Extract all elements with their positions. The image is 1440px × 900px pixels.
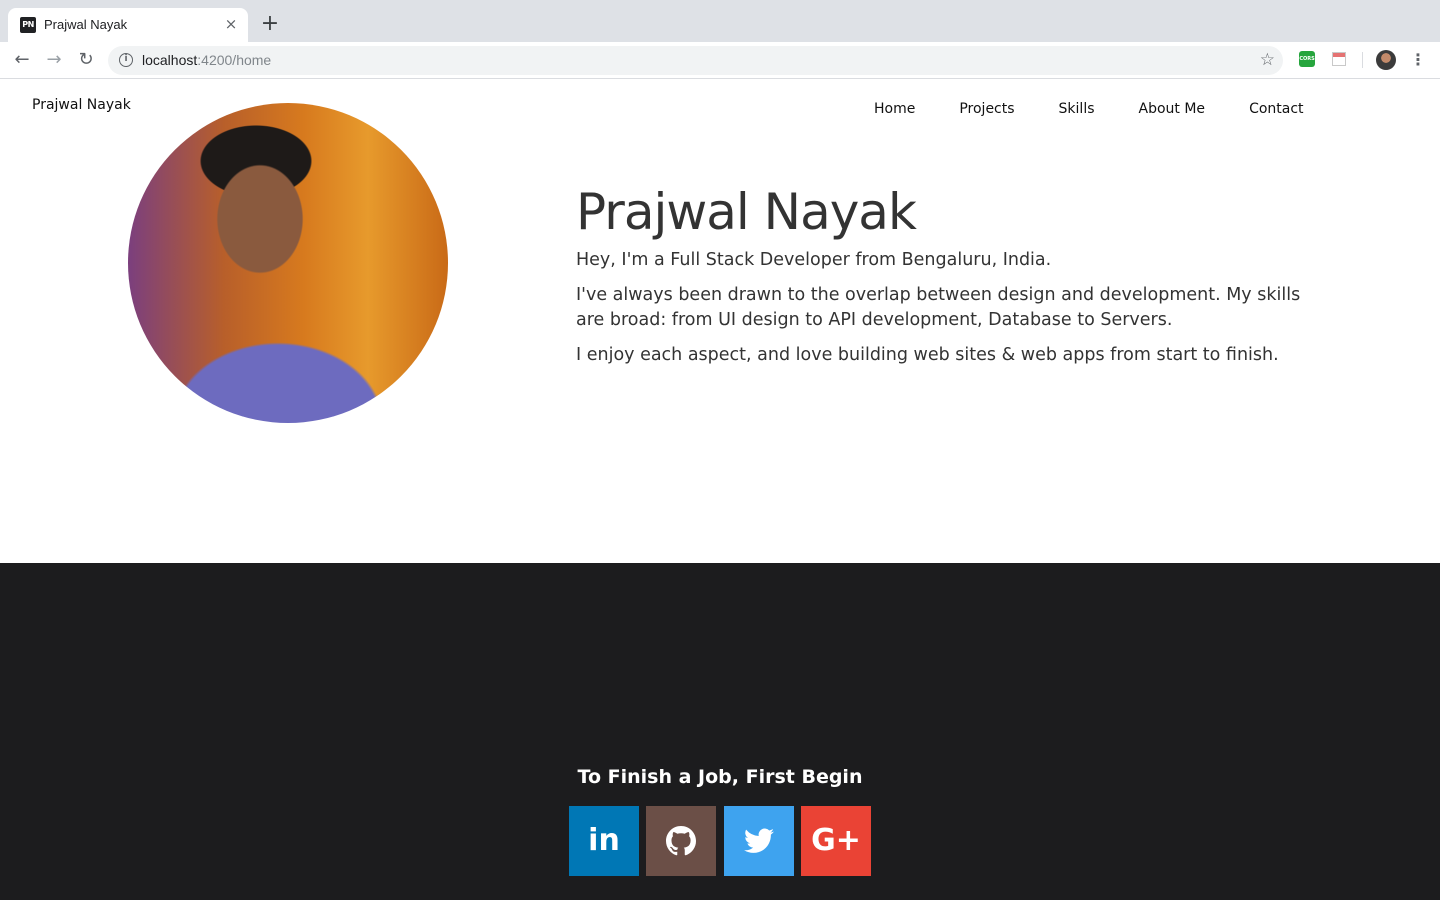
url-path: :4200/home (197, 52, 272, 68)
bookmark-star-icon[interactable]: ☆ (1260, 50, 1275, 70)
google-plus-icon: G+ (811, 823, 861, 858)
twitter-button[interactable] (724, 806, 794, 876)
back-icon[interactable]: ← (10, 48, 34, 72)
google-plus-button[interactable]: G+ (801, 806, 871, 876)
tab-title: Prajwal Nayak (44, 17, 128, 32)
site-favicon-icon: PN (20, 17, 36, 33)
browser-tab[interactable]: PN Prajwal Nayak × (8, 8, 248, 42)
linkedin-icon: in (588, 823, 620, 858)
address-url[interactable]: localhost:4200/home (142, 52, 271, 69)
browser-toolbar: ← → ↻ i localhost:4200/home ☆ CORS ⋮ (0, 42, 1440, 79)
footer: To Finish a Job, First Begin in G+ (0, 563, 1440, 900)
reload-icon[interactable]: ↻ (74, 48, 98, 72)
nav-skills[interactable]: Skills (1037, 99, 1117, 119)
hero-intro: Hey, I'm a Full Stack Developer from Ben… (576, 250, 1052, 270)
site-info-icon[interactable]: i (119, 53, 133, 67)
twitter-icon (744, 828, 774, 853)
github-button[interactable] (646, 806, 716, 876)
calendar-extension-icon[interactable] (1332, 52, 1346, 66)
cors-extension-icon[interactable]: CORS (1299, 51, 1315, 67)
nav-home[interactable]: Home (852, 99, 937, 119)
new-tab-icon[interactable]: + (258, 12, 282, 36)
profile-photo (128, 103, 448, 423)
nav-contact[interactable]: Contact (1227, 99, 1325, 119)
site-brand[interactable]: Prajwal Nayak (32, 96, 131, 114)
address-bar[interactable]: i localhost:4200/home ☆ (108, 46, 1283, 75)
tab-strip: PN Prajwal Nayak × + (0, 0, 1440, 42)
url-host: localhost (142, 52, 198, 68)
nav-about-me[interactable]: About Me (1117, 99, 1228, 119)
site-nav: Home Projects Skills About Me Contact (852, 99, 1326, 119)
linkedin-button[interactable]: in (569, 806, 639, 876)
footer-tagline: To Finish a Job, First Begin (577, 766, 863, 788)
nav-projects[interactable]: Projects (937, 99, 1036, 119)
profile-avatar[interactable] (1376, 50, 1396, 70)
browser-menu-icon[interactable]: ⋮ (1408, 48, 1428, 72)
page-content: Prajwal Nayak Home Projects Skills About… (0, 80, 1440, 900)
github-icon (666, 826, 696, 856)
hero-paragraph: I've always been drawn to the overlap be… (576, 285, 1301, 330)
toolbar-divider (1362, 52, 1363, 68)
close-tab-icon[interactable]: × (222, 15, 240, 33)
hero-paragraph: I enjoy each aspect, and love building w… (576, 345, 1279, 365)
hero-title: Prajwal Nayak (576, 183, 917, 241)
forward-icon[interactable]: → (42, 48, 66, 72)
